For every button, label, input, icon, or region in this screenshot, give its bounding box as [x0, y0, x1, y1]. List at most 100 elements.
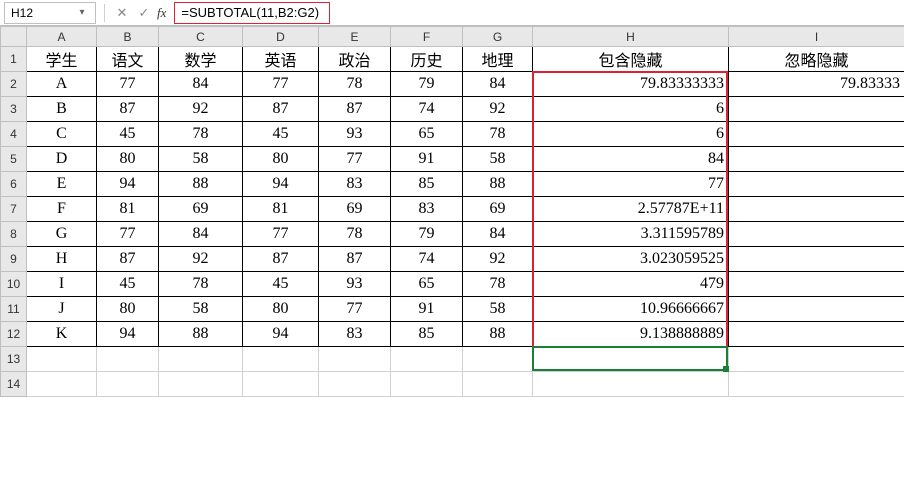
cell-H13[interactable]	[533, 347, 729, 372]
cell-E2[interactable]: 78	[319, 72, 391, 97]
cell-A11[interactable]: J	[27, 297, 97, 322]
cell-G13[interactable]	[463, 347, 533, 372]
cell-D5[interactable]: 80	[243, 147, 319, 172]
cell-D4[interactable]: 45	[243, 122, 319, 147]
cell-C13[interactable]	[159, 347, 243, 372]
cell-D10[interactable]: 45	[243, 272, 319, 297]
cell-G12[interactable]: 88	[463, 322, 533, 347]
cell-G9[interactable]: 92	[463, 247, 533, 272]
cell-H14[interactable]	[533, 372, 729, 397]
cell-C8[interactable]: 84	[159, 222, 243, 247]
cell-I13[interactable]	[729, 347, 904, 372]
cell-G3[interactable]: 92	[463, 97, 533, 122]
cell-C5[interactable]: 58	[159, 147, 243, 172]
cell-G14[interactable]	[463, 372, 533, 397]
cell-A8[interactable]: G	[27, 222, 97, 247]
cell-C4[interactable]: 78	[159, 122, 243, 147]
cell-G10[interactable]: 78	[463, 272, 533, 297]
cell-D3[interactable]: 87	[243, 97, 319, 122]
cell-F5[interactable]: 91	[391, 147, 463, 172]
cell-B12[interactable]: 94	[97, 322, 159, 347]
cell-F11[interactable]: 91	[391, 297, 463, 322]
cell-F4[interactable]: 65	[391, 122, 463, 147]
cell-F3[interactable]: 74	[391, 97, 463, 122]
cell-I11[interactable]	[729, 297, 904, 322]
cell-C12[interactable]: 88	[159, 322, 243, 347]
cell-B3[interactable]: 87	[97, 97, 159, 122]
cell-B4[interactable]: 45	[97, 122, 159, 147]
enter-icon[interactable]: ✓	[135, 4, 153, 22]
cell-H3[interactable]: 6	[533, 97, 729, 122]
cell-E1[interactable]: 政治	[319, 47, 391, 72]
cell-C10[interactable]: 78	[159, 272, 243, 297]
cell-B13[interactable]	[97, 347, 159, 372]
cell-E13[interactable]	[319, 347, 391, 372]
row-header-12[interactable]: 12	[1, 322, 27, 347]
cell-H4[interactable]: 6	[533, 122, 729, 147]
cell-G8[interactable]: 84	[463, 222, 533, 247]
cell-A12[interactable]: K	[27, 322, 97, 347]
col-header-I[interactable]: I	[729, 27, 904, 47]
cell-G2[interactable]: 84	[463, 72, 533, 97]
cell-I9[interactable]	[729, 247, 904, 272]
cell-E12[interactable]: 83	[319, 322, 391, 347]
cell-A7[interactable]: F	[27, 197, 97, 222]
cell-F10[interactable]: 65	[391, 272, 463, 297]
cell-B1[interactable]: 语文	[97, 47, 159, 72]
row-header-3[interactable]: 3	[1, 97, 27, 122]
cell-B5[interactable]: 80	[97, 147, 159, 172]
cell-C11[interactable]: 58	[159, 297, 243, 322]
cell-E11[interactable]: 77	[319, 297, 391, 322]
row-header-2[interactable]: 2	[1, 72, 27, 97]
cell-G5[interactable]: 58	[463, 147, 533, 172]
cell-D14[interactable]	[243, 372, 319, 397]
row-header-8[interactable]: 8	[1, 222, 27, 247]
row-header-1[interactable]: 1	[1, 47, 27, 72]
cell-A2[interactable]: A	[27, 72, 97, 97]
col-header-E[interactable]: E	[319, 27, 391, 47]
cell-E14[interactable]	[319, 372, 391, 397]
cell-H6[interactable]: 77	[533, 172, 729, 197]
cell-D9[interactable]: 87	[243, 247, 319, 272]
col-header-H[interactable]: H	[533, 27, 729, 47]
cell-I6[interactable]	[729, 172, 904, 197]
cell-H7[interactable]: 2.57787E+11	[533, 197, 729, 222]
cell-D7[interactable]: 81	[243, 197, 319, 222]
cell-B8[interactable]: 77	[97, 222, 159, 247]
cancel-icon[interactable]: ✕	[113, 4, 131, 22]
cell-D11[interactable]: 80	[243, 297, 319, 322]
cell-H10[interactable]: 479	[533, 272, 729, 297]
cell-A1[interactable]: 学生	[27, 47, 97, 72]
col-header-C[interactable]: C	[159, 27, 243, 47]
row-header-10[interactable]: 10	[1, 272, 27, 297]
cell-D12[interactable]: 94	[243, 322, 319, 347]
cell-E7[interactable]: 69	[319, 197, 391, 222]
cell-C7[interactable]: 69	[159, 197, 243, 222]
cell-E5[interactable]: 77	[319, 147, 391, 172]
cell-F1[interactable]: 历史	[391, 47, 463, 72]
row-header-11[interactable]: 11	[1, 297, 27, 322]
cell-F13[interactable]	[391, 347, 463, 372]
cell-I4[interactable]	[729, 122, 904, 147]
cell-F9[interactable]: 74	[391, 247, 463, 272]
formula-input[interactable]: =SUBTOTAL(11,B2:G2)	[174, 2, 330, 24]
cell-A5[interactable]: D	[27, 147, 97, 172]
cell-A3[interactable]: B	[27, 97, 97, 122]
cell-I7[interactable]	[729, 197, 904, 222]
col-header-D[interactable]: D	[243, 27, 319, 47]
cell-D1[interactable]: 英语	[243, 47, 319, 72]
cell-G11[interactable]: 58	[463, 297, 533, 322]
cell-E6[interactable]: 83	[319, 172, 391, 197]
cell-D6[interactable]: 94	[243, 172, 319, 197]
cell-A13[interactable]	[27, 347, 97, 372]
cell-H2[interactable]: 79.83333333	[533, 72, 729, 97]
cell-E9[interactable]: 87	[319, 247, 391, 272]
cell-F14[interactable]	[391, 372, 463, 397]
cell-F7[interactable]: 83	[391, 197, 463, 222]
cell-I12[interactable]	[729, 322, 904, 347]
row-header-7[interactable]: 7	[1, 197, 27, 222]
cell-E3[interactable]: 87	[319, 97, 391, 122]
cell-H8[interactable]: 3.311595789	[533, 222, 729, 247]
cell-B10[interactable]: 45	[97, 272, 159, 297]
cell-C1[interactable]: 数学	[159, 47, 243, 72]
